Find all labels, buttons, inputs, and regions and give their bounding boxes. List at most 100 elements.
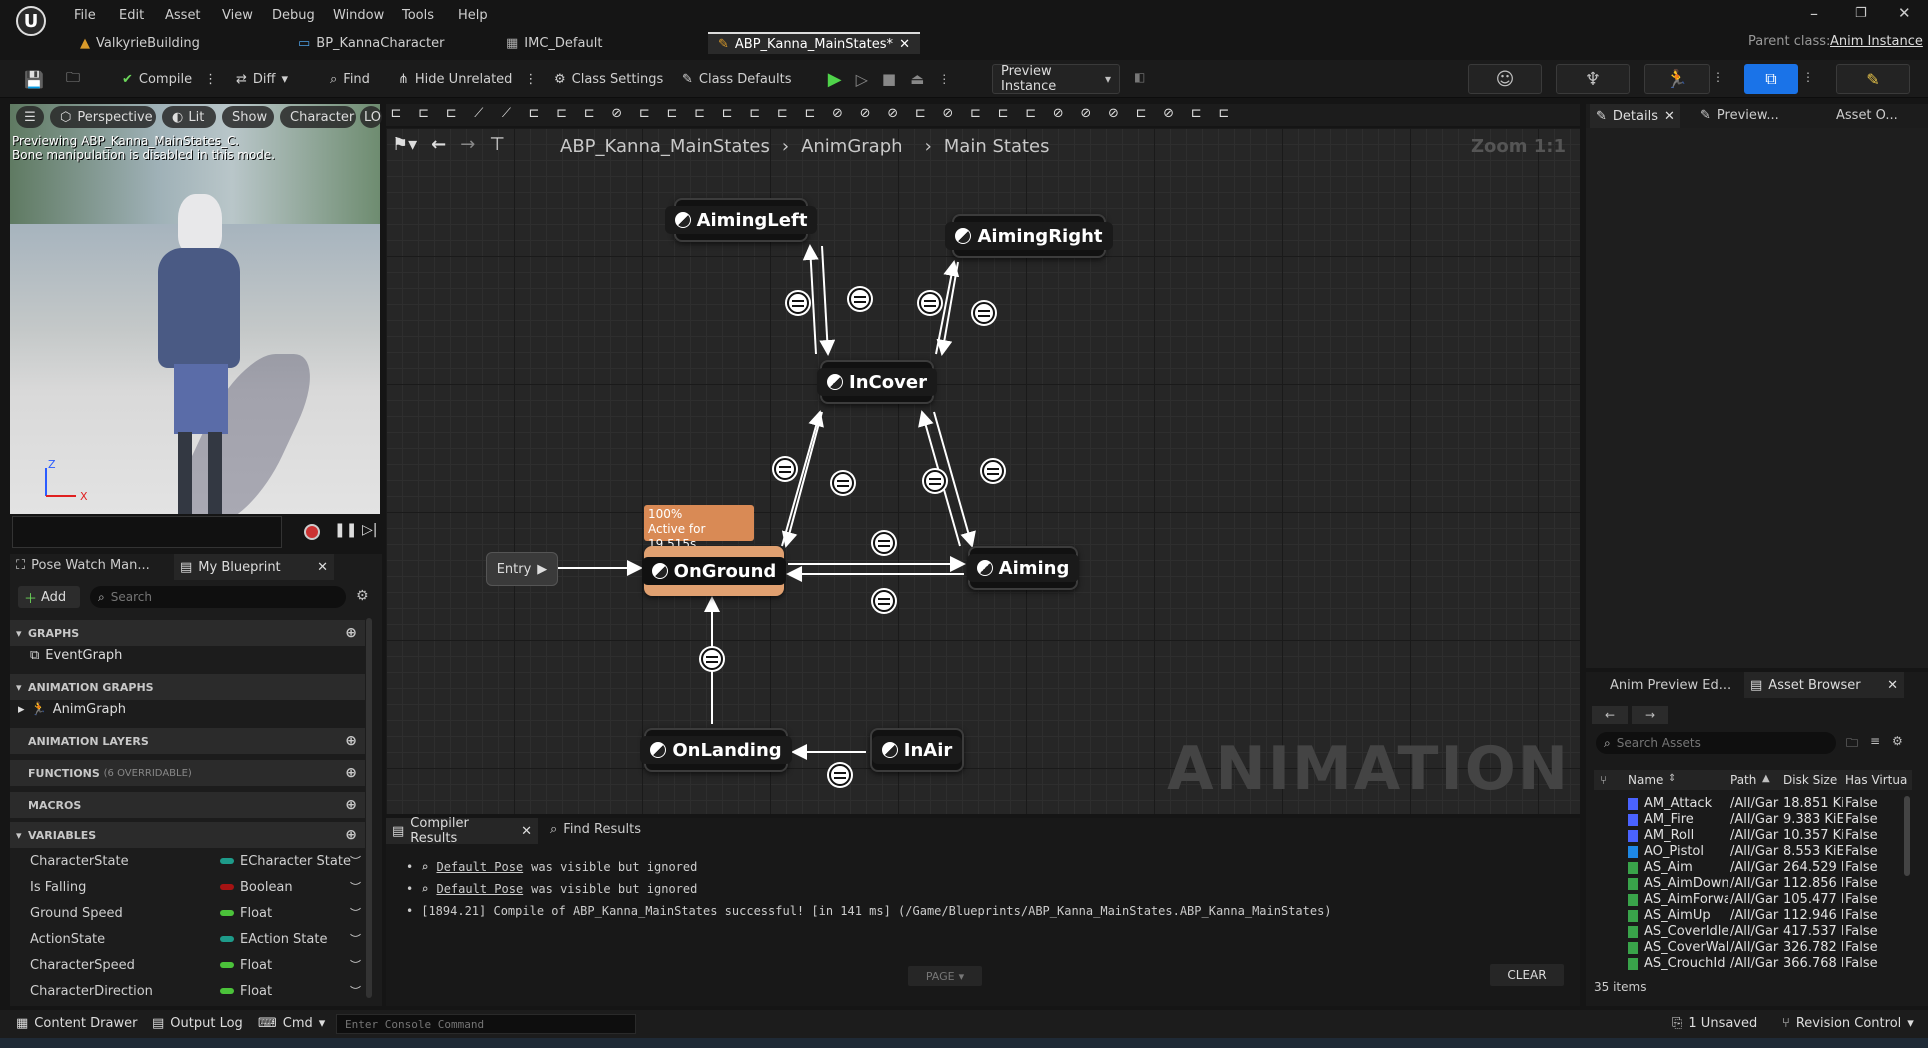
history-back-icon[interactable]: ← [1592,706,1628,724]
align-tool-icon[interactable]: ⊘ [1078,106,1094,121]
default-pose-link[interactable]: Default Pose [436,860,523,874]
menu-help[interactable]: Help [458,8,488,23]
align-tool-icon[interactable]: ⊏ [747,106,763,121]
column-disk-size[interactable]: Disk Size [1783,773,1837,787]
align-tool-icon[interactable]: ⊘ [1050,106,1066,121]
revision-control-button[interactable]: ⑂ Revision Control ▾ [1782,1016,1914,1031]
align-tool-icon[interactable]: ⊏ [692,106,708,121]
transition-rule-icon[interactable] [699,646,725,672]
category-animation-layers[interactable]: ANIMATION LAYERS ⊕ [10,728,365,754]
transition-rule-icon[interactable] [922,468,948,494]
transition-rule-icon[interactable] [871,530,897,556]
menu-edit[interactable]: Edit [119,8,144,23]
stop-icon[interactable]: ■ [882,70,896,88]
transition-rule-icon[interactable] [827,762,853,788]
restore-icon[interactable]: ❐ [1855,6,1867,21]
transition-rule-icon[interactable] [830,470,856,496]
search-input[interactable] [110,590,311,604]
page-dropdown[interactable]: PAGE ▾ [908,966,982,986]
variable-type[interactable]: EAction State [220,932,327,947]
preview-instance-dropdown[interactable]: Preview Instance ▾ [992,64,1120,94]
align-tool-icon[interactable]: ⊏ [554,106,570,121]
transition-rule-icon[interactable] [917,290,943,316]
viewport-menu-icon[interactable]: ☰ [16,106,44,128]
visibility-eye-icon[interactable]: ︶ [350,983,361,999]
tab-abp-kanna-mainstates[interactable]: ✎ ABP_Kanna_MainStates* ✕ [708,32,920,54]
category-functions[interactable]: FUNCTIONS (6 OVERRIDABLE) ⊕ [10,760,365,786]
variable-row[interactable]: CharacterState ECharacter State ︶ [30,850,365,872]
asset-row[interactable]: AS_CoverIdle/All/Gar 417.537 I False [1596,924,1906,940]
asset-row[interactable]: AS_CrouchId/All/Gar 366.768 I False [1596,956,1906,972]
align-tool-icon[interactable]: ⊏ [1216,106,1232,121]
step-icon[interactable]: ▷ [856,70,868,89]
blueprint-mode-button[interactable]: ⧉ [1744,64,1798,94]
hide-unrelated-button[interactable]: ⋔ Hide Unrelated ⋮ [398,66,537,92]
content-drawer-button[interactable]: ▦ Content Drawer [16,1016,137,1031]
folder-icon[interactable]: 🗀 [1846,734,1858,755]
category-variables[interactable]: ▾ VARIABLES ⊕ [10,822,365,848]
align-tool-icon[interactable]: ⊏ [1188,106,1204,121]
category-graphs[interactable]: ▾ GRAPHS ⊕ [10,620,365,646]
align-tool-icon[interactable]: ⊏ [443,106,459,121]
align-tool-icon[interactable]: ⊘ [1161,106,1177,121]
play-options-icon[interactable]: ⋮ [938,72,950,86]
close-window-icon[interactable]: ✕ [1898,4,1911,22]
column-name[interactable]: Name [1628,773,1663,787]
close-tab-icon[interactable]: ✕ [521,824,532,839]
tab-my-blueprint[interactable]: ▤ My Blueprint ✕ [174,554,334,580]
lit-button[interactable]: ◐ Lit [162,106,216,128]
transition-rule-icon[interactable] [980,458,1006,484]
category-macros[interactable]: MACROS ⊕ [10,792,365,818]
timeline-scrubber[interactable] [12,516,282,548]
close-tab-icon[interactable]: ✕ [1887,678,1898,693]
visibility-eye-icon[interactable]: ︶ [350,931,361,947]
category-animation-graphs[interactable]: ▾ ANIMATION GRAPHS [10,674,365,700]
variable-row[interactable]: Is Falling Boolean ︶ [30,876,365,898]
align-tool-icon[interactable]: ⊏ [802,106,818,121]
variable-row[interactable]: ActionState EAction State ︶ [30,928,365,950]
menu-file[interactable]: File [74,8,96,23]
class-defaults-button[interactable]: ✎ Class Defaults [682,66,792,92]
asset-row[interactable]: AS_AimForwa/All/Gar 105.477 I False [1596,892,1906,908]
cmd-dropdown[interactable]: ⌨ Cmd ▾ [258,1016,325,1031]
step-forward-icon[interactable]: ▷| [362,522,377,538]
align-tool-icon[interactable]: ⊏ [995,106,1011,121]
state-machine-graph[interactable]: ⚑▾ ← → ⊤ ABP_Kanna_MainStates › AnimGraph… [386,128,1580,814]
skeleton-mode-button[interactable]: ☺ [1468,64,1542,94]
panel-scrollbar[interactable] [366,618,372,998]
align-tool-icon[interactable]: ⊘ [609,106,625,121]
add-circle-icon[interactable]: ⊕ [345,797,357,813]
blueprint-search[interactable]: ⌕ [90,586,346,608]
event-graph-item[interactable]: ⧉ EventGraph [30,648,122,663]
menu-window[interactable]: Window [333,8,384,23]
variable-type[interactable]: Float [220,906,272,921]
state-node-aiming-left[interactable]: AimingLeft [664,198,818,242]
preview-viewport[interactable]: Previewing ABP_Kanna_MainStates_C. Bone … [10,104,380,514]
column-has-virtual[interactable]: Has Virtua [1845,773,1907,787]
transition-rule-icon[interactable] [871,588,897,614]
minimize-icon[interactable]: – [1810,4,1818,23]
console-input[interactable] [345,1018,625,1031]
lod-button[interactable]: LO [360,106,382,128]
asset-row[interactable]: AO_Pistol/All/Gar 8.553 KiE False [1596,844,1906,860]
align-tool-icon[interactable]: ⊘ [857,106,873,121]
close-tab-icon[interactable]: ✕ [1664,109,1675,124]
physics-mode-button[interactable]: ✎ [1836,64,1910,94]
filter-icon[interactable]: ≡ [1870,734,1880,748]
tab-compiler-results[interactable]: ▤ Compiler Results ✕ [386,816,538,846]
align-tool-icon[interactable]: ⟋ [471,106,487,121]
variable-type[interactable]: Float [220,984,272,999]
asset-search[interactable]: ⌕ [1596,732,1836,754]
transition-rule-icon[interactable] [847,286,873,312]
add-button[interactable]: ＋ Add [18,586,80,608]
console-command-field[interactable] [336,1014,636,1034]
align-tool-icon[interactable]: ⊏ [967,106,983,121]
tab-anim-preview-editor[interactable]: Anim Preview Ed... [1610,678,1731,693]
save-icon[interactable]: 💾 [24,66,44,92]
variable-row[interactable]: CharacterSpeed Float ︶ [30,954,365,976]
mesh-mode-button[interactable]: ♆ [1556,64,1630,94]
tab-preview[interactable]: ✎ Preview... [1700,108,1779,123]
align-tool-icon[interactable]: ⊘ [885,106,901,121]
variable-type[interactable]: ECharacter State [220,854,351,869]
entry-node[interactable]: Entry ▶ [486,552,558,586]
